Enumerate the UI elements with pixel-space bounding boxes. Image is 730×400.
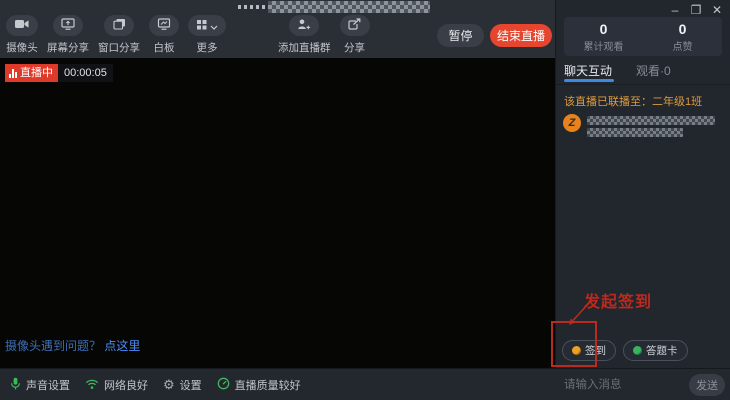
sound-settings-label: 声音设置	[26, 377, 70, 393]
add-live-group-button[interactable]: 添加直播群	[278, 15, 331, 55]
screen-share-icon	[61, 17, 75, 35]
screen-share-label: 屏幕分享	[47, 40, 89, 55]
likes-value: 0	[679, 21, 687, 37]
interaction-actions: 签到 答题卡	[562, 340, 688, 361]
end-live-button[interactable]: 结束直播	[490, 24, 552, 47]
network-status-button[interactable]: 网络良好	[85, 377, 148, 393]
answer-card-button[interactable]: 答题卡	[623, 340, 688, 361]
quality-gauge-icon	[217, 377, 230, 393]
camera-label: 摄像头	[6, 40, 38, 55]
status-items: 声音设置 网络良好 ⚙ 设置 直播质量较好	[10, 369, 301, 400]
sound-settings-button[interactable]: 声音设置	[10, 377, 70, 393]
likes-stat: 0 点赞	[643, 17, 722, 56]
share-button[interactable]: 分享	[340, 15, 370, 55]
camera-icon	[14, 17, 30, 35]
app-window: 摄像头 屏幕分享 窗口分享 白板	[0, 0, 730, 400]
camera-help: 摄像头遇到问题？ 点这里	[5, 337, 140, 354]
annotation-text: 发起签到	[584, 288, 652, 312]
send-button[interactable]: 发送	[689, 374, 725, 396]
annotation-arrow-icon	[564, 302, 590, 328]
avatar: Z	[563, 114, 581, 132]
censored-window-title	[268, 1, 430, 13]
window-share-button[interactable]: 窗口分享	[98, 15, 140, 55]
camera-help-text: 摄像头遇到问题？	[5, 339, 101, 353]
window-controls: – ❐ ✕	[668, 2, 724, 18]
views-stat: 0 累计观看	[564, 17, 643, 56]
checkin-button[interactable]: 签到	[562, 340, 616, 361]
titlebar-dots	[238, 5, 267, 9]
likes-label: 点赞	[673, 38, 693, 53]
share-label: 分享	[344, 40, 365, 55]
status-bar: 声音设置 网络良好 ⚙ 设置 直播质量较好 发送	[0, 368, 730, 400]
mic-icon	[10, 377, 21, 393]
video-preview: 直播中 00:00:05 摄像头遇到问题？ 点这里	[0, 58, 555, 368]
censored-message-line-2	[587, 128, 683, 137]
more-label: 更多	[197, 40, 218, 55]
more-grid-icon	[196, 17, 207, 35]
panel-tabs: 聊天互动 观看·0	[564, 62, 671, 79]
chat-message: Z	[563, 114, 715, 137]
live-toolbar: 摄像头 屏幕分享 窗口分享 白板	[6, 15, 379, 55]
checkin-icon	[572, 346, 581, 355]
answer-card-label: 答题卡	[646, 343, 678, 358]
window-share-icon	[113, 17, 126, 35]
chat-message-body	[587, 114, 715, 137]
chevron-down-icon	[210, 17, 218, 35]
share-icon	[348, 17, 361, 35]
broadcast-notice: 该直播已联播至：二年级1班	[564, 93, 702, 109]
minimize-button[interactable]: –	[668, 2, 682, 18]
network-status-label: 网络良好	[104, 377, 148, 393]
tab-viewers[interactable]: 观看·0	[636, 62, 671, 79]
stats-card: 0 累计观看 0 点赞	[564, 17, 722, 56]
live-quality-button[interactable]: 直播质量较好	[217, 377, 301, 393]
censored-message-line-1	[587, 116, 715, 125]
live-quality-label: 直播质量较好	[235, 377, 301, 393]
whiteboard-icon	[157, 17, 171, 35]
wifi-icon	[85, 378, 99, 392]
add-live-group-label: 添加直播群	[278, 40, 331, 55]
camera-button[interactable]: 摄像头	[6, 15, 38, 55]
gear-icon: ⚙	[163, 378, 175, 391]
maximize-button[interactable]: ❐	[689, 2, 703, 18]
live-status-badge: 直播中 00:00:05	[5, 64, 113, 82]
message-input[interactable]	[564, 376, 684, 394]
settings-label: 设置	[180, 377, 202, 393]
titlebar-toolbar-area: 摄像头 屏幕分享 窗口分享 白板	[0, 0, 555, 58]
views-value: 0	[600, 21, 608, 37]
camera-help-link[interactable]: 点这里	[104, 339, 140, 353]
interaction-panel: – ❐ ✕ 0 累计观看 0 点赞 聊天互动 观看·0 该直播已联播至：二年级1…	[555, 0, 730, 368]
views-label: 累计观看	[584, 38, 624, 53]
more-button[interactable]: 更多	[188, 15, 226, 55]
active-tab-indicator	[564, 79, 614, 82]
whiteboard-button[interactable]: 白板	[149, 15, 179, 55]
window-share-label: 窗口分享	[98, 40, 140, 55]
pause-button[interactable]: 暂停	[437, 24, 484, 47]
close-button[interactable]: ✕	[710, 2, 724, 18]
tab-chat[interactable]: 聊天互动	[564, 62, 612, 79]
tabs-divider	[556, 84, 730, 85]
message-composer: 发送	[556, 369, 730, 400]
whiteboard-label: 白板	[154, 40, 175, 55]
live-timer: 00:00:05	[58, 64, 113, 82]
add-group-icon	[297, 17, 311, 35]
settings-button[interactable]: ⚙ 设置	[163, 377, 202, 393]
screen-share-button[interactable]: 屏幕分享	[47, 15, 89, 55]
checkin-label: 签到	[585, 343, 606, 358]
live-badge-label: 直播中	[20, 65, 53, 81]
answer-card-icon	[633, 346, 642, 355]
live-bars-icon	[9, 69, 17, 78]
